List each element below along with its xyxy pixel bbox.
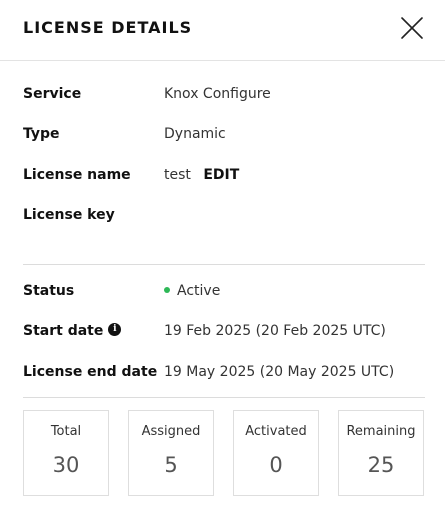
stat-total-label: Total	[50, 424, 82, 439]
license-details-dialog: LICENSE DETAILS Service Knox Configure T…	[0, 0, 445, 531]
stat-assigned-label: Assigned	[141, 424, 201, 439]
service-row: Service Knox Configure	[23, 86, 423, 108]
license-name-label: License name	[23, 167, 131, 183]
start-date-label: Start date	[23, 323, 104, 339]
license-name-value: test	[164, 167, 191, 183]
start-date-row: Start date i 19 Feb 2025 (20 Feb 2025 UTC…	[23, 322, 423, 345]
info-icon[interactable]: i	[108, 322, 122, 336]
stat-card-assigned: Assigned 5	[128, 410, 214, 496]
dialog-header: LICENSE DETAILS	[0, 0, 445, 60]
stat-card-total: Total 30	[23, 410, 109, 496]
header-divider	[0, 60, 445, 61]
stat-total-value: 30	[52, 453, 80, 477]
license-name-value-group: test EDIT	[164, 167, 239, 183]
status-label: Status	[23, 283, 75, 299]
stat-assigned-value: 5	[164, 453, 178, 477]
end-date-row: License end date 19 May 2025 (20 May 202…	[23, 364, 423, 386]
stat-activated-value: 0	[269, 453, 283, 477]
close-icon	[401, 17, 423, 39]
stats-divider	[23, 397, 425, 398]
end-date-label: License end date	[23, 364, 158, 380]
stat-activated-label: Activated	[245, 424, 307, 439]
license-name-row: License name test EDIT	[23, 167, 423, 189]
details-divider	[23, 264, 425, 265]
start-date-value: 19 Feb 2025 (20 Feb 2025 UTC)	[164, 323, 386, 339]
edit-license-name-button[interactable]: EDIT	[203, 167, 239, 183]
type-value: Dynamic	[164, 126, 226, 142]
status-dot-icon	[164, 287, 170, 293]
type-row: Type Dynamic	[23, 126, 423, 148]
stat-remaining-value: 25	[367, 453, 395, 477]
status-row: Status Active	[23, 283, 423, 305]
type-label: Type	[23, 126, 60, 142]
service-value: Knox Configure	[164, 86, 271, 102]
dialog-title: LICENSE DETAILS	[23, 18, 193, 37]
license-key-row: License key	[23, 207, 423, 229]
start-date-label-group: Start date i	[23, 322, 122, 339]
status-value-group: Active	[164, 283, 220, 299]
close-button[interactable]	[398, 14, 426, 42]
stat-card-activated: Activated 0	[233, 410, 319, 496]
stat-card-remaining: Remaining 25	[338, 410, 424, 496]
stat-remaining-label: Remaining	[346, 424, 416, 439]
service-label: Service	[23, 86, 82, 102]
status-value: Active	[177, 283, 221, 299]
end-date-value: 19 May 2025 (20 May 2025 UTC)	[164, 364, 395, 380]
license-key-label: License key	[23, 207, 115, 223]
